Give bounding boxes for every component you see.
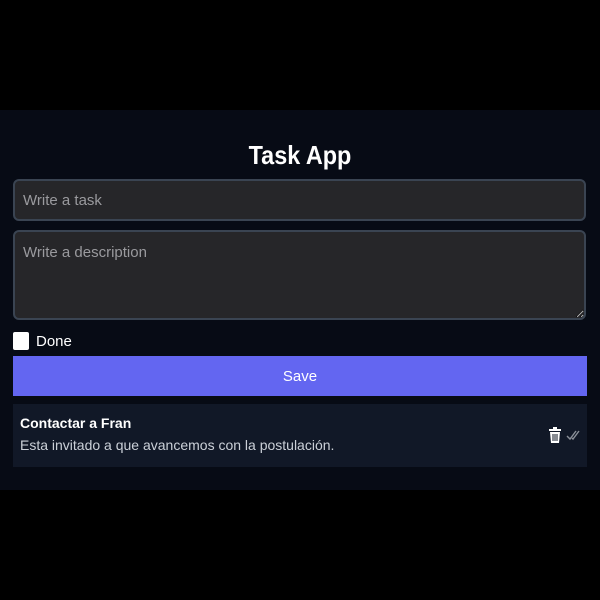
done-label: Done	[36, 332, 72, 350]
task-item: Contactar a Fran Esta invitado a que ava…	[13, 404, 587, 467]
task-item-actions	[548, 427, 580, 443]
task-title-input[interactable]	[13, 179, 586, 221]
task-app: Task App Done Save Contactar a Fran Esta…	[0, 110, 600, 490]
page-title: Task App	[248, 140, 352, 170]
done-checkbox-row[interactable]: Done	[13, 331, 72, 351]
task-item-title: Contactar a Fran	[20, 415, 132, 431]
done-checkbox[interactable]	[13, 332, 29, 350]
save-button[interactable]: Save	[13, 356, 587, 396]
task-item-description: Esta invitado a que avancemos con la pos…	[20, 437, 335, 453]
task-description-input[interactable]	[13, 230, 586, 320]
double-check-icon[interactable]	[566, 428, 580, 442]
trash-icon[interactable]	[548, 427, 562, 443]
